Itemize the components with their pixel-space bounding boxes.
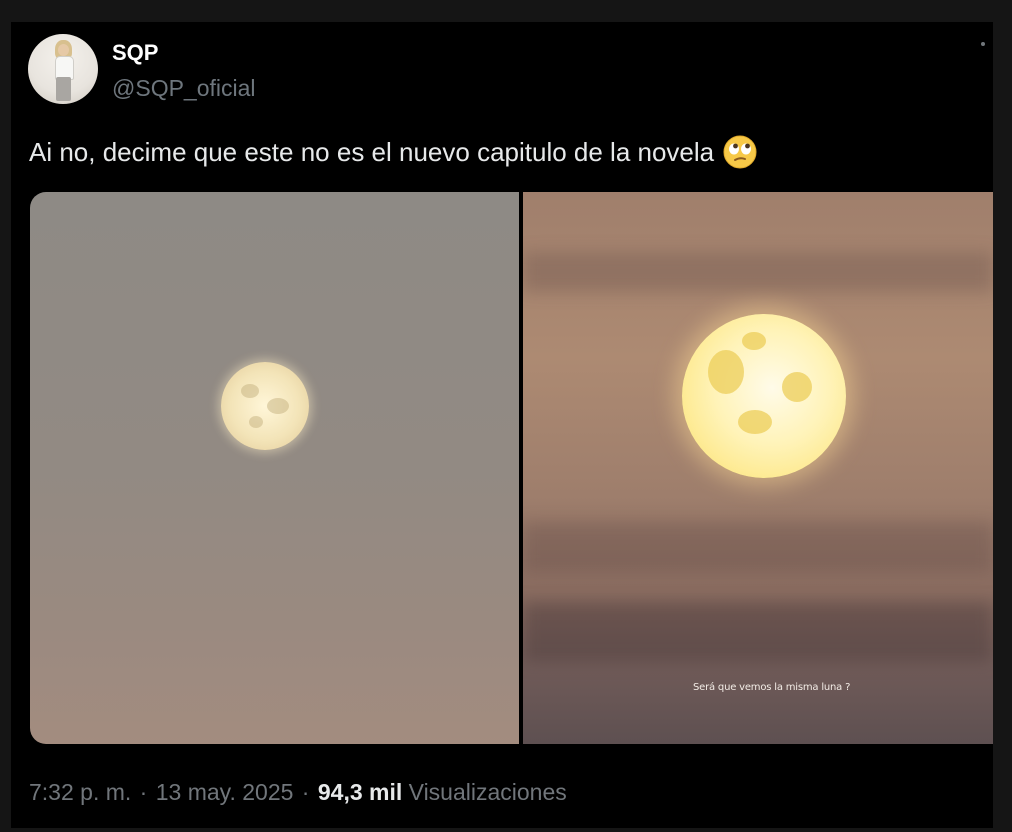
tweet-image-left[interactable] [30, 192, 519, 744]
cloud-band [523, 252, 993, 292]
moon-crater [267, 398, 289, 414]
avatar[interactable] [28, 34, 98, 104]
image-caption: Será que vemos la misma luna ? [693, 682, 851, 693]
more-options-icon[interactable] [981, 42, 985, 46]
author-handle[interactable]: @SQP_oficial [112, 75, 256, 102]
moon-crater [241, 384, 259, 398]
moon-image [682, 314, 846, 478]
tweet-meta: 7:32 p. m. · 13 may. 2025 · 94,3 mil Vis… [29, 779, 567, 806]
moon-crater [742, 332, 766, 350]
meta-separator: · [139, 779, 148, 805]
avatar-legs [56, 77, 71, 101]
meta-separator: · [301, 779, 310, 805]
moon-image [221, 362, 309, 450]
tweet-text-content: Ai no, decime que este no es el nuevo ca… [29, 136, 715, 167]
views-count: 94,3 mil [317, 779, 403, 805]
tweet-card: SQP @SQP_oficial Ai no, decime que este … [11, 22, 993, 828]
author-display-name[interactable]: SQP [112, 40, 158, 66]
tweet-image-right[interactable]: Será que vemos la misma luna ? [523, 192, 993, 744]
moon-crater [249, 416, 263, 428]
moon-crater [738, 410, 772, 434]
tweet-time[interactable]: 7:32 p. m. [29, 779, 131, 805]
cloud-band [523, 522, 993, 572]
views-label: Visualizaciones [408, 779, 567, 805]
tweet-date[interactable]: 13 may. 2025 [156, 779, 294, 805]
cloud-band [523, 602, 993, 662]
moon-crater [708, 350, 744, 394]
moon-crater [782, 372, 812, 402]
tweet-text: Ai no, decime que este no es el nuevo ca… [29, 135, 757, 169]
avatar-head [58, 44, 69, 56]
face-with-rolling-eyes-icon [723, 135, 757, 169]
